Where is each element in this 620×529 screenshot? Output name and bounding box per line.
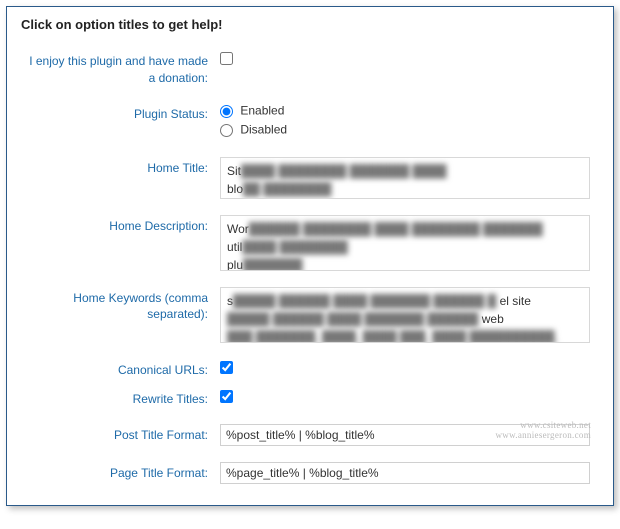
label-post-title-format[interactable]: Post Title Format: — [21, 424, 216, 444]
panel-heading: Click on option titles to get help! — [21, 17, 599, 32]
row-donation: I enjoy this plugin and have made a dona… — [21, 50, 599, 87]
label-home-keywords[interactable]: Home Keywords (comma separated): — [21, 287, 216, 324]
label-plugin-status[interactable]: Plugin Status: — [21, 103, 216, 123]
home-keywords-input[interactable]: s█████ ██████ ████ ███████ ██████ █ el s… — [220, 287, 590, 343]
row-home-keywords: Home Keywords (comma separated): s█████ … — [21, 287, 599, 343]
donation-checkbox[interactable] — [220, 52, 233, 65]
row-canonical: Canonical URLs: — [21, 359, 599, 379]
label-rewrite[interactable]: Rewrite Titles: — [21, 388, 216, 408]
radio-disabled[interactable] — [220, 124, 233, 137]
canonical-checkbox[interactable] — [220, 361, 233, 374]
label-donation[interactable]: I enjoy this plugin and have made a dona… — [21, 50, 216, 87]
label-home-description[interactable]: Home Description: — [21, 215, 216, 235]
home-description-input[interactable]: Wor██████ ████████ ████ ████████ ███████… — [220, 215, 590, 271]
settings-panel: Click on option titles to get help! I en… — [6, 6, 614, 506]
label-page-title-format[interactable]: Page Title Format: — [21, 462, 216, 482]
row-rewrite: Rewrite Titles: — [21, 388, 599, 408]
radio-enabled-wrap: Enabled — [220, 103, 599, 120]
radio-disabled-label: Disabled — [240, 122, 287, 136]
label-canonical[interactable]: Canonical URLs: — [21, 359, 216, 379]
row-page-title-format: Page Title Format: — [21, 462, 599, 484]
row-plugin-status: Plugin Status: Enabled Disabled — [21, 103, 599, 141]
rewrite-checkbox[interactable] — [220, 390, 233, 403]
home-title-input[interactable]: Sit████ ████████ ███████ ████ blo██ ████… — [220, 157, 590, 199]
label-home-title[interactable]: Home Title: — [21, 157, 216, 177]
radio-enabled[interactable] — [220, 105, 233, 118]
watermark: www.csiteweb.net www.anniesergeron.com — [495, 421, 591, 441]
page-title-format-input[interactable] — [220, 462, 590, 484]
row-home-description: Home Description: Wor██████ ████████ ███… — [21, 215, 599, 271]
radio-enabled-label: Enabled — [240, 103, 284, 117]
radio-disabled-wrap: Disabled — [220, 122, 599, 139]
row-home-title: Home Title: Sit████ ████████ ███████ ███… — [21, 157, 599, 199]
